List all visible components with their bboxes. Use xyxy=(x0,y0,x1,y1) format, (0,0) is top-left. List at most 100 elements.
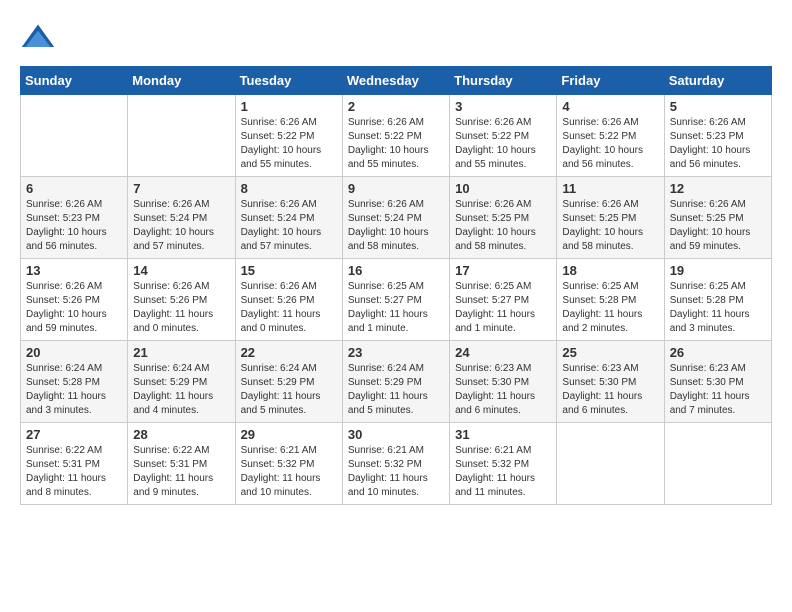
day-number: 2 xyxy=(348,99,444,114)
calendar-cell: 23 Sunrise: 6:24 AM Sunset: 5:29 PM Dayli… xyxy=(342,341,449,423)
day-info: Sunrise: 6:25 AM Sunset: 5:28 PM Dayligh… xyxy=(670,280,766,336)
calendar-cell: 19 Sunrise: 6:25 AM Sunset: 5:28 PM Dayli… xyxy=(664,259,771,341)
day-number: 20 xyxy=(26,345,122,360)
calendar-cell: 17 Sunrise: 6:25 AM Sunset: 5:27 PM Dayli… xyxy=(450,259,557,341)
calendar-cell: 27 Sunrise: 6:22 AM Sunset: 5:31 PM Dayli… xyxy=(21,423,128,505)
day-number: 27 xyxy=(26,427,122,442)
day-info: Sunrise: 6:26 AM Sunset: 5:25 PM Dayligh… xyxy=(670,198,766,254)
weekday-header-saturday: Saturday xyxy=(664,67,771,95)
calendar-cell: 21Sunrise: 6:24 AM Sunset: 5:29 PM Dayli… xyxy=(128,341,235,423)
calendar-cell: 2 Sunrise: 6:26 AM Sunset: 5:22 PM Daylig… xyxy=(342,95,449,177)
day-info: Sunrise: 6:25 AM Sunset: 5:27 PM Dayligh… xyxy=(348,280,444,336)
day-info: Sunrise: 6:26 AM Sunset: 5:24 PM Dayligh… xyxy=(133,198,229,254)
calendar-cell: 6 Sunrise: 6:26 AM Sunset: 5:23 PM Daylig… xyxy=(21,177,128,259)
day-info: Sunrise: 6:26 AM Sunset: 5:25 PM Dayligh… xyxy=(562,198,658,254)
calendar-cell: 12 Sunrise: 6:26 AM Sunset: 5:25 PM Dayli… xyxy=(664,177,771,259)
calendar-header: SundayMondayTuesdayWednesdayThursdayFrid… xyxy=(21,67,772,95)
day-number: 23 xyxy=(348,345,444,360)
weekday-header-sunday: Sunday xyxy=(21,67,128,95)
day-number: 12 xyxy=(670,181,766,196)
day-info: Sunrise: 6:26 AM Sunset: 5:22 PM Dayligh… xyxy=(562,116,658,172)
calendar-cell: 26 Sunrise: 6:23 AM Sunset: 5:30 PM Dayli… xyxy=(664,341,771,423)
calendar-cell: 18 Sunrise: 6:25 AM Sunset: 5:28 PM Dayli… xyxy=(557,259,664,341)
day-number: 18 xyxy=(562,263,658,278)
day-info: Sunrise: 6:21 AM Sunset: 5:32 PM Dayligh… xyxy=(455,444,551,500)
calendar-cell: 28Sunrise: 6:22 AM Sunset: 5:31 PM Dayli… xyxy=(128,423,235,505)
day-number: 17 xyxy=(455,263,551,278)
day-number: 6 xyxy=(26,181,122,196)
calendar-cell: 7 Sunrise: 6:26 AM Sunset: 5:24 PM Daylig… xyxy=(128,177,235,259)
day-number: 22 xyxy=(241,345,337,360)
calendar-cell: 16 Sunrise: 6:25 AM Sunset: 5:27 PM Dayli… xyxy=(342,259,449,341)
calendar-body: 1 Sunrise: 6:26 AM Sunset: 5:22 PM Daylig… xyxy=(21,95,772,505)
day-info: Sunrise: 6:26 AM Sunset: 5:22 PM Dayligh… xyxy=(455,116,551,172)
logo-icon xyxy=(20,20,56,56)
day-info: Sunrise: 6:26 AM Sunset: 5:24 PM Dayligh… xyxy=(241,198,337,254)
calendar-table: SundayMondayTuesdayWednesdayThursdayFrid… xyxy=(20,66,772,505)
calendar-cell: 10 Sunrise: 6:26 AM Sunset: 5:25 PM Dayli… xyxy=(450,177,557,259)
day-info: Sunrise: 6:24 AM Sunset: 5:29 PM Dayligh… xyxy=(133,362,229,418)
calendar-cell: 25 Sunrise: 6:23 AM Sunset: 5:30 PM Dayli… xyxy=(557,341,664,423)
calendar-cell: 11 Sunrise: 6:26 AM Sunset: 5:25 PM Dayli… xyxy=(557,177,664,259)
day-number: 16 xyxy=(348,263,444,278)
day-info: Sunrise: 6:22 AM Sunset: 5:31 PM Dayligh… xyxy=(26,444,122,500)
weekday-header-thursday: Thursday xyxy=(450,67,557,95)
day-info: Sunrise: 6:21 AM Sunset: 5:32 PM Dayligh… xyxy=(241,444,337,500)
calendar-week-3: 13 Sunrise: 6:26 AM Sunset: 5:26 PM Dayli… xyxy=(21,259,772,341)
weekday-header-tuesday: Tuesday xyxy=(235,67,342,95)
day-number: 9 xyxy=(348,181,444,196)
calendar-cell: 9 Sunrise: 6:26 AM Sunset: 5:24 PM Daylig… xyxy=(342,177,449,259)
calendar-cell: 3 Sunrise: 6:26 AM Sunset: 5:22 PM Daylig… xyxy=(450,95,557,177)
calendar-cell xyxy=(557,423,664,505)
day-info: Sunrise: 6:24 AM Sunset: 5:29 PM Dayligh… xyxy=(348,362,444,418)
day-number: 7 xyxy=(133,181,229,196)
calendar-cell: 15Sunrise: 6:26 AM Sunset: 5:26 PM Dayli… xyxy=(235,259,342,341)
calendar-cell: 5Sunrise: 6:26 AM Sunset: 5:23 PM Daylig… xyxy=(664,95,771,177)
day-info: Sunrise: 6:23 AM Sunset: 5:30 PM Dayligh… xyxy=(455,362,551,418)
calendar-cell: 4 Sunrise: 6:26 AM Sunset: 5:22 PM Daylig… xyxy=(557,95,664,177)
day-info: Sunrise: 6:23 AM Sunset: 5:30 PM Dayligh… xyxy=(670,362,766,418)
day-number: 15 xyxy=(241,263,337,278)
calendar-cell xyxy=(128,95,235,177)
weekday-header-monday: Monday xyxy=(128,67,235,95)
day-number: 25 xyxy=(562,345,658,360)
day-info: Sunrise: 6:23 AM Sunset: 5:30 PM Dayligh… xyxy=(562,362,658,418)
day-info: Sunrise: 6:26 AM Sunset: 5:22 PM Dayligh… xyxy=(241,116,337,172)
day-number: 5 xyxy=(670,99,766,114)
calendar-cell: 24 Sunrise: 6:23 AM Sunset: 5:30 PM Dayli… xyxy=(450,341,557,423)
day-number: 30 xyxy=(348,427,444,442)
day-info: Sunrise: 6:24 AM Sunset: 5:28 PM Dayligh… xyxy=(26,362,122,418)
day-info: Sunrise: 6:26 AM Sunset: 5:23 PM Dayligh… xyxy=(26,198,122,254)
day-number: 4 xyxy=(562,99,658,114)
calendar-cell: 14Sunrise: 6:26 AM Sunset: 5:26 PM Dayli… xyxy=(128,259,235,341)
day-info: Sunrise: 6:26 AM Sunset: 5:22 PM Dayligh… xyxy=(348,116,444,172)
page-header xyxy=(20,20,772,56)
day-info: Sunrise: 6:26 AM Sunset: 5:25 PM Dayligh… xyxy=(455,198,551,254)
calendar-cell: 29Sunrise: 6:21 AM Sunset: 5:32 PM Dayli… xyxy=(235,423,342,505)
day-number: 10 xyxy=(455,181,551,196)
day-info: Sunrise: 6:25 AM Sunset: 5:28 PM Dayligh… xyxy=(562,280,658,336)
day-number: 8 xyxy=(241,181,337,196)
day-number: 11 xyxy=(562,181,658,196)
calendar-cell: 22Sunrise: 6:24 AM Sunset: 5:29 PM Dayli… xyxy=(235,341,342,423)
calendar-week-4: 20 Sunrise: 6:24 AM Sunset: 5:28 PM Dayli… xyxy=(21,341,772,423)
day-number: 26 xyxy=(670,345,766,360)
day-info: Sunrise: 6:21 AM Sunset: 5:32 PM Dayligh… xyxy=(348,444,444,500)
logo xyxy=(20,20,62,56)
day-info: Sunrise: 6:26 AM Sunset: 5:26 PM Dayligh… xyxy=(133,280,229,336)
calendar-cell: 20 Sunrise: 6:24 AM Sunset: 5:28 PM Dayli… xyxy=(21,341,128,423)
day-number: 3 xyxy=(455,99,551,114)
day-number: 13 xyxy=(26,263,122,278)
day-number: 24 xyxy=(455,345,551,360)
day-info: Sunrise: 6:25 AM Sunset: 5:27 PM Dayligh… xyxy=(455,280,551,336)
day-info: Sunrise: 6:22 AM Sunset: 5:31 PM Dayligh… xyxy=(133,444,229,500)
day-number: 19 xyxy=(670,263,766,278)
day-number: 1 xyxy=(241,99,337,114)
calendar-cell: 13 Sunrise: 6:26 AM Sunset: 5:26 PM Dayli… xyxy=(21,259,128,341)
calendar-week-1: 1 Sunrise: 6:26 AM Sunset: 5:22 PM Daylig… xyxy=(21,95,772,177)
weekday-header-row: SundayMondayTuesdayWednesdayThursdayFrid… xyxy=(21,67,772,95)
calendar-cell: 8 Sunrise: 6:26 AM Sunset: 5:24 PM Daylig… xyxy=(235,177,342,259)
calendar-cell: 30 Sunrise: 6:21 AM Sunset: 5:32 PM Dayli… xyxy=(342,423,449,505)
day-info: Sunrise: 6:26 AM Sunset: 5:24 PM Dayligh… xyxy=(348,198,444,254)
day-info: Sunrise: 6:26 AM Sunset: 5:26 PM Dayligh… xyxy=(26,280,122,336)
